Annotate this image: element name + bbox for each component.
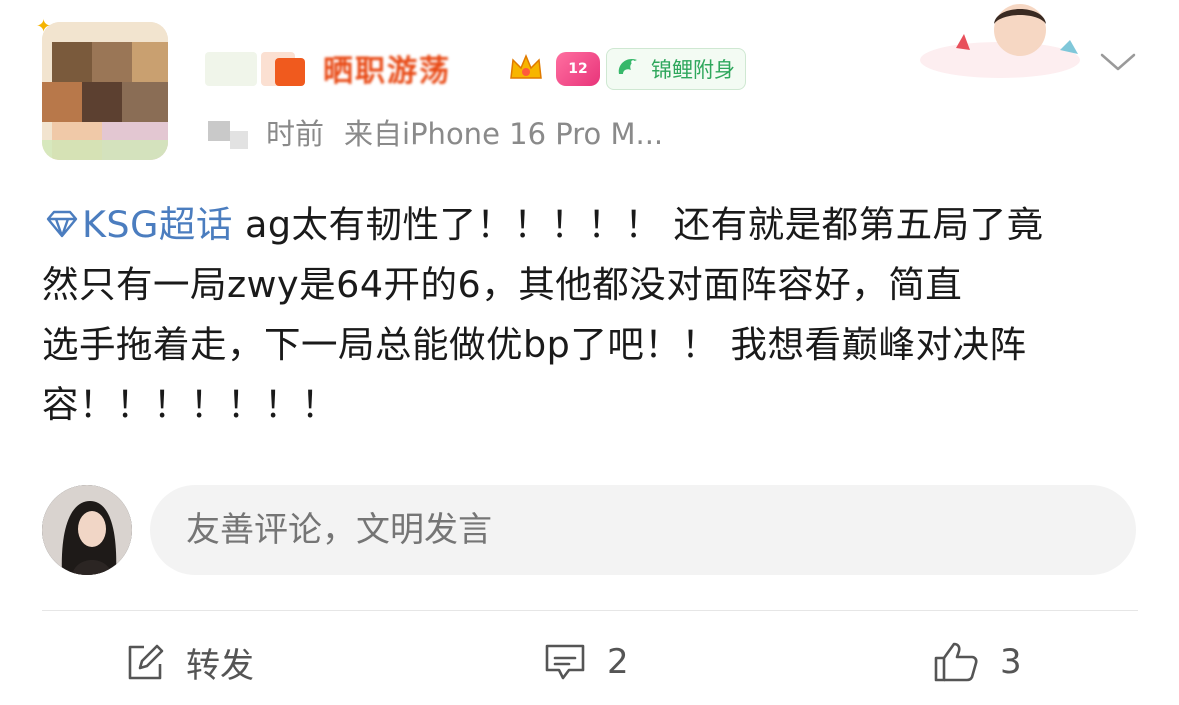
thumbs-up-icon [934,642,978,682]
post-meta: 时前 来自iPhone 16 Pro M... [208,112,663,152]
divider [42,610,1138,611]
author-name-text: 晒职游荡 [323,54,451,89]
koi-badge-label: 锦鲤附身 [651,58,735,82]
koi-badge[interactable]: 锦鲤附身 [606,48,746,90]
comment-button[interactable]: 2 [543,630,629,694]
diamond-icon [42,197,82,238]
author-avatar[interactable] [42,22,168,160]
author-name[interactable]: 晒职游荡 [205,44,505,94]
koi-fish-icon [611,52,645,86]
repost-button[interactable]: 转发 [124,630,254,694]
like-count: 3 [1000,642,1022,682]
sparkle-icon: ✦ [36,16,52,37]
topic-text: KSG超话 [82,203,233,246]
level-badge[interactable]: 12 [556,52,600,86]
content-line-2: 然只有一局zwy是64开的6，其他都没对面阵容好，简直 [42,263,963,306]
decoration-avatar-image [920,0,1090,80]
like-button[interactable]: 3 [932,630,1022,694]
level-badge-text: 12 [568,61,588,77]
content-text-1: ag太有韧性了！！！！！ 还有就是都第五局了竟 [232,203,1044,246]
edit-share-icon [128,644,164,680]
topic-link[interactable]: KSG超话 [42,203,233,246]
comment-bubble-icon [545,644,585,680]
repost-label: 转发 [186,645,254,686]
time-obscured [208,115,264,149]
content-line-1: KSG超话 ag太有韧性了！！！！！ 还有就是都第五局了竟 [42,195,1137,255]
comment-count: 2 [607,642,629,682]
content-line-4: 容！！！！！！！ [42,383,338,426]
post-source[interactable]: 来自iPhone 16 Pro M... [344,111,663,153]
vip-crown-icon[interactable] [505,48,547,90]
post-content: KSG超话 ag太有韧性了！！！！！ 还有就是都第五局了竟 然只有一局zwy是6… [42,195,1137,435]
content-line-3: 选手拖着走，下一局总能做优bp了吧！！ 我想看巅峰对决阵 [42,323,1027,366]
chevron-down-icon[interactable] [1098,50,1138,74]
comment-input[interactable] [150,485,1136,575]
post-time: 时前 [266,117,325,151]
current-user-avatar[interactable] [42,485,132,575]
